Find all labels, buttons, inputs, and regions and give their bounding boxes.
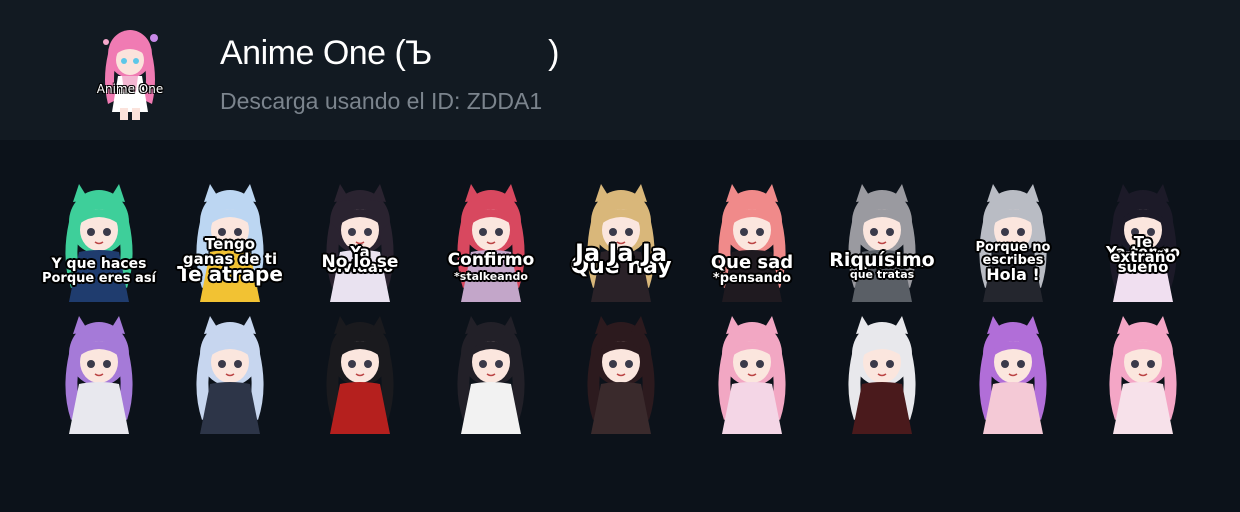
sticker-item[interactable]: Con quien crees que tratas — [820, 178, 944, 302]
pack-title: Anime One (Ъ ) — [220, 34, 559, 72]
sticker-art — [326, 316, 394, 434]
sticker-caption: No lo se — [321, 252, 399, 273]
sticker-grid: Porque eres así Te atrape Ya olvidalo *stal… — [0, 140, 1240, 512]
sticker-art — [1109, 316, 1177, 434]
sticker-item[interactable]: Y que haces — [37, 257, 161, 434]
sticker-caption: Confirmo — [447, 250, 535, 271]
sticker-art — [718, 316, 786, 434]
sticker-caption: Porque no escribes — [975, 240, 1051, 269]
sticker-item[interactable]: Porque no escribes — [951, 241, 1075, 434]
sticker-caption: Ja Ja Ja — [574, 238, 668, 267]
sticker-caption: Porque eres así — [41, 270, 157, 286]
sticker-pack-header: Anime One Anime One (Ъ ) Descarga usando… — [0, 0, 1240, 140]
sticker-item[interactable]: Porque eres así — [37, 178, 161, 302]
pack-download-id: Descarga usando el ID: ZDDA1 — [220, 88, 543, 114]
sticker-item[interactable]: Te extraño — [1081, 234, 1205, 434]
sticker-art — [457, 316, 525, 434]
sticker-item[interactable]: Riquísimo — [820, 250, 944, 434]
sticker-item[interactable]: Que sad — [690, 253, 814, 434]
sticker-item[interactable]: *pensando — [690, 178, 814, 302]
sticker-art — [65, 316, 133, 434]
sticker-caption: *pensando — [712, 270, 792, 286]
sticker-item[interactable]: Confirmo — [429, 252, 553, 434]
sticker-art — [196, 316, 264, 434]
sticker-caption: Hola ! — [986, 265, 1040, 285]
sticker-caption: Y que haces — [51, 255, 147, 272]
sticker-art — [979, 316, 1047, 434]
sticker-caption: Riquísimo — [829, 248, 935, 271]
sticker-caption: Te extraño — [1110, 232, 1176, 266]
sticker-item[interactable]: *stalkeando — [429, 178, 553, 302]
sticker-art — [848, 184, 916, 302]
sticker-item[interactable]: Ja Ja Ja — [559, 241, 683, 434]
pack-icon-caption: Anime One — [96, 82, 164, 96]
sticker-caption: *stalkeando — [454, 270, 528, 284]
sticker-item[interactable]: Ya olvidalo — [298, 178, 422, 302]
sticker-caption: Tengo ganas de ti — [182, 234, 278, 268]
pack-icon: Anime One — [94, 20, 166, 120]
sticker-item[interactable]: No lo se — [298, 254, 422, 434]
sticker-art — [326, 184, 394, 302]
sticker-caption: Que sad — [710, 251, 794, 273]
sticker-art — [848, 316, 916, 434]
sticker-item[interactable]: Tengo ganas de ti — [168, 236, 292, 434]
sticker-art — [457, 184, 525, 302]
sticker-art — [587, 316, 655, 434]
